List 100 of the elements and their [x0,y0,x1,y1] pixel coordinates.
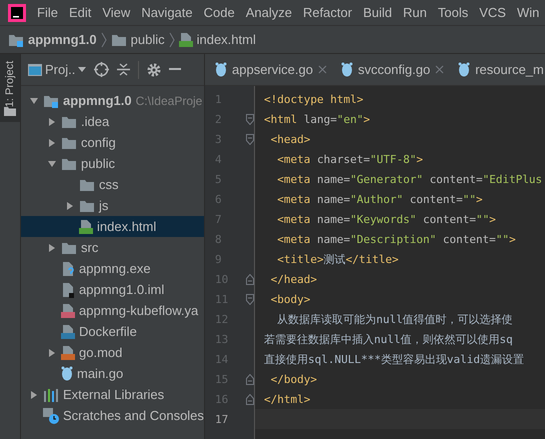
menu-item[interactable]: Tools [438,5,468,20]
menu-item[interactable]: File [37,5,58,20]
editor-tab[interactable]: svcconfig.go [338,54,446,85]
close-icon[interactable] [318,65,327,74]
menu-item[interactable]: Win [516,5,540,20]
tree-row[interactable]: External Libraries [21,384,204,405]
markup-tag: </head> [264,272,317,286]
expanded-arrow-icon[interactable] [47,158,57,168]
collapsed-arrow-icon[interactable] [47,138,57,148]
line-number: 17 [215,412,228,426]
fold-marker-icon[interactable] [246,294,254,304]
go-file-icon [215,62,227,77]
menu-item[interactable]: View [102,5,130,20]
tree-row[interactable]: js [21,195,204,216]
project-tool-tab[interactable]: 1: Project [0,54,20,122]
close-icon[interactable] [435,65,444,74]
collapsed-arrow-icon[interactable] [65,200,75,210]
tree-row[interactable]: appmng1.0.iml [21,279,204,300]
tree-row[interactable]: go.mod [21,342,204,363]
collapsed-arrow-icon[interactable] [29,390,39,400]
string-literal: "" [496,232,510,246]
collapsed-arrow-icon[interactable] [47,116,57,126]
tree-item-label: index.html [97,219,156,234]
tree-item-label: src [81,240,98,255]
fold-marker-icon[interactable] [246,114,254,124]
editor-tab[interactable]: appservice.go [213,54,329,85]
markup-tag: > [416,152,423,166]
collapse-all-icon[interactable] [117,63,130,76]
tree-row[interactable]: Dockerfile [21,321,204,342]
tree-row[interactable]: main.go [21,363,204,384]
fold-end-marker-icon[interactable] [246,374,254,384]
markup-tag: <title> [264,252,324,266]
tree-row[interactable]: public [21,153,204,174]
string-literal: "Author" [350,192,404,206]
markup-tag: <body> [264,292,310,306]
string-literal: "Description" [350,232,436,246]
markup-tag: </body> [264,372,317,386]
editor-tab[interactable]: resource_m [456,54,545,85]
text-content: 测试 [324,252,346,266]
app-logo-icon[interactable] [8,4,26,22]
text-content: 若需要往数据库中插入null值，则依然可以使用sq [264,332,513,346]
expanded-arrow-icon[interactable] [29,96,39,106]
tree-item-label: appmng.exe [79,261,151,276]
menu-item[interactable]: Build [363,5,392,20]
markup-tag: > [476,192,483,206]
attribute-name: name= [316,192,350,206]
tree-item-label: js [99,198,108,213]
tree-row[interactable]: appmng-kubeflow.ya [21,300,204,321]
tree-row[interactable]: config [21,132,204,153]
attribute-name: name= [316,172,350,186]
go-file-icon [61,366,73,381]
tree-row[interactable]: Scratches and Consoles [21,405,204,426]
string-literal: "" [462,192,476,206]
menu-item[interactable]: Navigate [141,5,193,20]
tree-row[interactable]: appmng.exe [21,258,204,279]
go-file-icon [458,62,470,77]
markup-tag: </html> [264,392,310,406]
markup-tag: <meta [264,192,310,206]
tree-row[interactable]: index.html [21,216,204,237]
attribute-name: content= [422,212,476,226]
tree-item-label: appmng1.0.iml [79,282,164,297]
attribute-name: content= [408,192,463,206]
folder-icon [61,156,77,170]
module-icon [43,94,59,108]
markup-tag: <meta [264,232,310,246]
iml-file-icon [61,282,75,298]
minimize-icon[interactable] [169,68,182,71]
menu-item[interactable]: Analyze [246,5,292,20]
string-literal: "Keywords" [350,212,416,226]
menu-item[interactable]: VCS [479,5,506,20]
tree-row[interactable]: css [21,174,204,195]
settings-icon[interactable] [147,62,162,76]
breadcrumb-item[interactable]: public [110,32,165,47]
panel-icon [28,64,42,76]
menu-item[interactable]: Run [403,5,427,20]
collapsed-arrow-icon[interactable] [47,348,57,358]
folder-icon [61,114,77,128]
caret-icon [78,67,86,72]
menu-item[interactable]: Code [204,5,235,20]
tree-row[interactable]: .idea [21,111,204,132]
view-selector[interactable]: Proj.. [28,62,86,77]
tree-row[interactable]: appmng1.0 C:\IdeaProje [21,90,204,111]
breadcrumb-item[interactable]: index.html [178,32,256,48]
fold-marker-icon[interactable] [246,134,254,144]
attribute-name: charset= [316,152,370,166]
tree-row[interactable]: src [21,237,204,258]
chevron-icon [100,32,107,48]
attribute-name: name= [316,232,350,246]
string-literal: "UTF-8" [370,152,416,166]
fold-end-marker-icon[interactable] [246,394,254,404]
locate-icon[interactable] [94,62,110,77]
menu-item[interactable]: Refactor [302,5,352,20]
markup-tag: <!doctype html> [264,92,364,106]
breadcrumb-item[interactable]: appmng1.0 [8,32,97,47]
menu-item[interactable]: Edit [68,5,92,20]
tree-item-label: main.go [77,366,124,381]
go-file-icon [340,62,353,77]
collapsed-arrow-icon[interactable] [47,242,57,252]
tree-item-label: External Libraries [63,387,164,402]
fold-end-marker-icon[interactable] [246,274,254,284]
